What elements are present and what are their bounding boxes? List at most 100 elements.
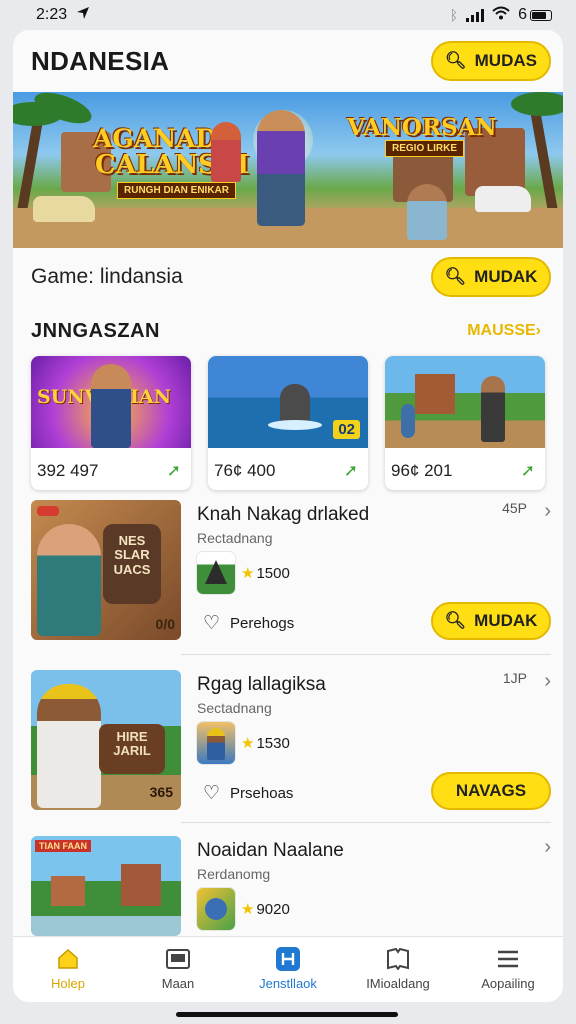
- see-more-link[interactable]: MAUSSE›: [467, 322, 541, 340]
- list-item-title: Noaidan Naalane: [197, 840, 344, 861]
- divider: [181, 654, 551, 655]
- featured-card[interactable]: 96¢ 201 ➚: [385, 356, 545, 490]
- tab-jenstllaok[interactable]: Jenstllaok: [233, 937, 343, 1002]
- favorite-label: Prsehoas: [230, 785, 294, 802]
- location-icon: [75, 5, 91, 26]
- app-title: NDANESIA: [31, 45, 170, 76]
- battery-level: 6: [518, 6, 527, 23]
- list-item-action-button[interactable]: 🔍︎ MUDAK: [431, 602, 551, 640]
- favorite-toggle[interactable]: ♡ Perehogs: [203, 612, 294, 635]
- favorite-label: Perehogs: [230, 615, 295, 632]
- search-row: Game: lindansia 🔍︎ MUDAK: [13, 252, 563, 302]
- banner-hero-character: [257, 110, 305, 226]
- trend-arrow-icon: ➚: [520, 461, 535, 480]
- tab-maan[interactable]: Maan: [123, 937, 233, 1002]
- card-thumbnail: [385, 356, 545, 448]
- app-icon-thumbnail: [197, 552, 235, 594]
- rating-value: 1500: [256, 564, 290, 582]
- search-icon: 🔍︎: [445, 51, 467, 70]
- header-search-button[interactable]: 🔍︎ MUDAS: [431, 41, 551, 81]
- section-title: JNNGASZAN: [31, 319, 160, 342]
- battery-icon: 6: [518, 6, 552, 24]
- list-item-thumbnail: NES SLAR UACS 0/0: [31, 500, 181, 640]
- hero-banner[interactable]: AGANAD CALANSAI RUNGH DIAN ENIKAR VANORS…: [13, 92, 563, 248]
- list-item-title: Knah Nakag drlaked: [197, 504, 370, 525]
- section-header: JNNGASZAN MAUSSE›: [13, 316, 563, 346]
- tab-label: Holep: [51, 976, 85, 991]
- favorite-toggle[interactable]: ♡ Prsehoas: [203, 782, 293, 805]
- list-item-title: Rgag lallagiksa: [197, 674, 326, 695]
- banner-logo-right: VANORSAN: [347, 114, 497, 141]
- tab-home[interactable]: Holep: [13, 937, 123, 1002]
- divider: [181, 822, 551, 823]
- tab-label: Maan: [161, 976, 195, 991]
- chevron-right-icon[interactable]: ›: [544, 500, 551, 523]
- heart-icon: ♡: [203, 783, 221, 804]
- tab-aopailing[interactable]: Aopailing: [453, 937, 563, 1002]
- tab-label: IMioaldang: [366, 976, 430, 991]
- app-header: NDANESIA 🔍︎ MUDAS: [13, 30, 563, 92]
- list-item[interactable]: NES SLAR UACS 0/0 Knah Nakag drlaked Rec…: [31, 500, 551, 648]
- star-icon: ★: [241, 901, 255, 918]
- chevron-right-icon[interactable]: ›: [544, 670, 551, 693]
- search-query-text[interactable]: Game: lindansia: [31, 265, 183, 289]
- list-item[interactable]: HIRE JARIL 365 Rgag lallagiksa Sectadnan…: [31, 670, 551, 818]
- rating-value: 1530: [256, 734, 290, 752]
- car-right: [475, 186, 531, 212]
- chevron-right-icon[interactable]: ›: [544, 836, 551, 859]
- heart-icon: ♡: [203, 613, 221, 634]
- banner-logo-right-sub: REGIO LIRKE: [385, 140, 465, 157]
- bottom-tab-bar: Holep Maan Jenstllaok IMioaldang Aopaili…: [13, 936, 563, 1002]
- card-thumbnail: SUNVEGIAN: [31, 356, 191, 448]
- rating: ★ 9020: [241, 900, 290, 919]
- image-icon: [166, 948, 190, 970]
- rating-value: 9020: [256, 900, 290, 918]
- search-submit-button[interactable]: 🔍︎ MUDAK: [431, 257, 551, 297]
- app-screen: NDANESIA 🔍︎ MUDAS AGANAD CALANSAI RUNGH …: [13, 30, 563, 1002]
- list-item-action-label: MUDAK: [474, 611, 538, 630]
- menu-icon: [496, 948, 520, 970]
- featured-card[interactable]: 02 76¢ 400 ➚: [208, 356, 368, 490]
- featured-cards: SUNVEGIAN 392 497 ➚ 02 76¢ 400 ➚ 96¢ 201…: [31, 356, 551, 490]
- wifi-icon: [492, 6, 510, 25]
- list-item-subtitle: Rectadnang: [197, 530, 273, 546]
- list-item-thumb-badge: 0/0: [155, 616, 175, 632]
- home-indicator: [176, 1012, 398, 1017]
- bluetooth-icon: ᛒ: [449, 7, 459, 23]
- card-count: 96¢ 201: [391, 461, 453, 480]
- tab-imioaldang[interactable]: IMioaldang: [343, 937, 453, 1002]
- card-count: 76¢ 400: [214, 461, 276, 480]
- list-item-meta: 1JP: [502, 670, 527, 686]
- banner-logo-left: AGANAD: [93, 124, 218, 153]
- app-icon-thumbnail: [197, 888, 235, 930]
- search-submit-label: MUDAK: [474, 267, 538, 286]
- list-item-thumb-text: HIRE JARIL: [99, 724, 165, 774]
- app-icon-thumbnail: [197, 722, 235, 764]
- rating: ★ 1530: [241, 734, 290, 753]
- status-time: 2:23: [36, 6, 68, 23]
- list-item-action-button[interactable]: NAVAGS: [431, 772, 551, 810]
- car-left: [33, 196, 95, 222]
- home-icon: [56, 948, 80, 970]
- book-icon: [386, 948, 410, 970]
- banner-logo-left-sub: RUNGH DIAN ENIKAR: [117, 182, 236, 199]
- trend-arrow-icon: ➚: [343, 461, 358, 480]
- status-bar: 2:23 ᛒ 6: [0, 0, 576, 30]
- featured-card[interactable]: SUNVEGIAN 392 497 ➚: [31, 356, 191, 490]
- signal-icon: [466, 8, 485, 22]
- search-icon: 🔍︎: [444, 611, 467, 630]
- list-item-subtitle: Rerdanomg: [197, 866, 271, 882]
- header-search-label: MUDAS: [474, 51, 537, 70]
- list-item-meta: 45P: [502, 500, 527, 516]
- list-item-action-label: NAVAGS: [455, 781, 527, 800]
- card-count: 392 497: [37, 461, 99, 480]
- search-icon: 🔍︎: [444, 267, 467, 286]
- star-icon: ★: [241, 565, 255, 582]
- rating: ★ 1500: [241, 564, 290, 583]
- list-item-thumbnail: TIAN FAAN: [31, 836, 181, 936]
- banner-sitting-character: [407, 184, 447, 240]
- card-thumbnail: 02: [208, 356, 368, 448]
- list-item[interactable]: TIAN FAAN Noaidan Naalane Rerdanomg › ★ …: [31, 836, 551, 936]
- trend-arrow-icon: ➚: [166, 461, 181, 480]
- tab-label: Aopailing: [481, 976, 535, 991]
